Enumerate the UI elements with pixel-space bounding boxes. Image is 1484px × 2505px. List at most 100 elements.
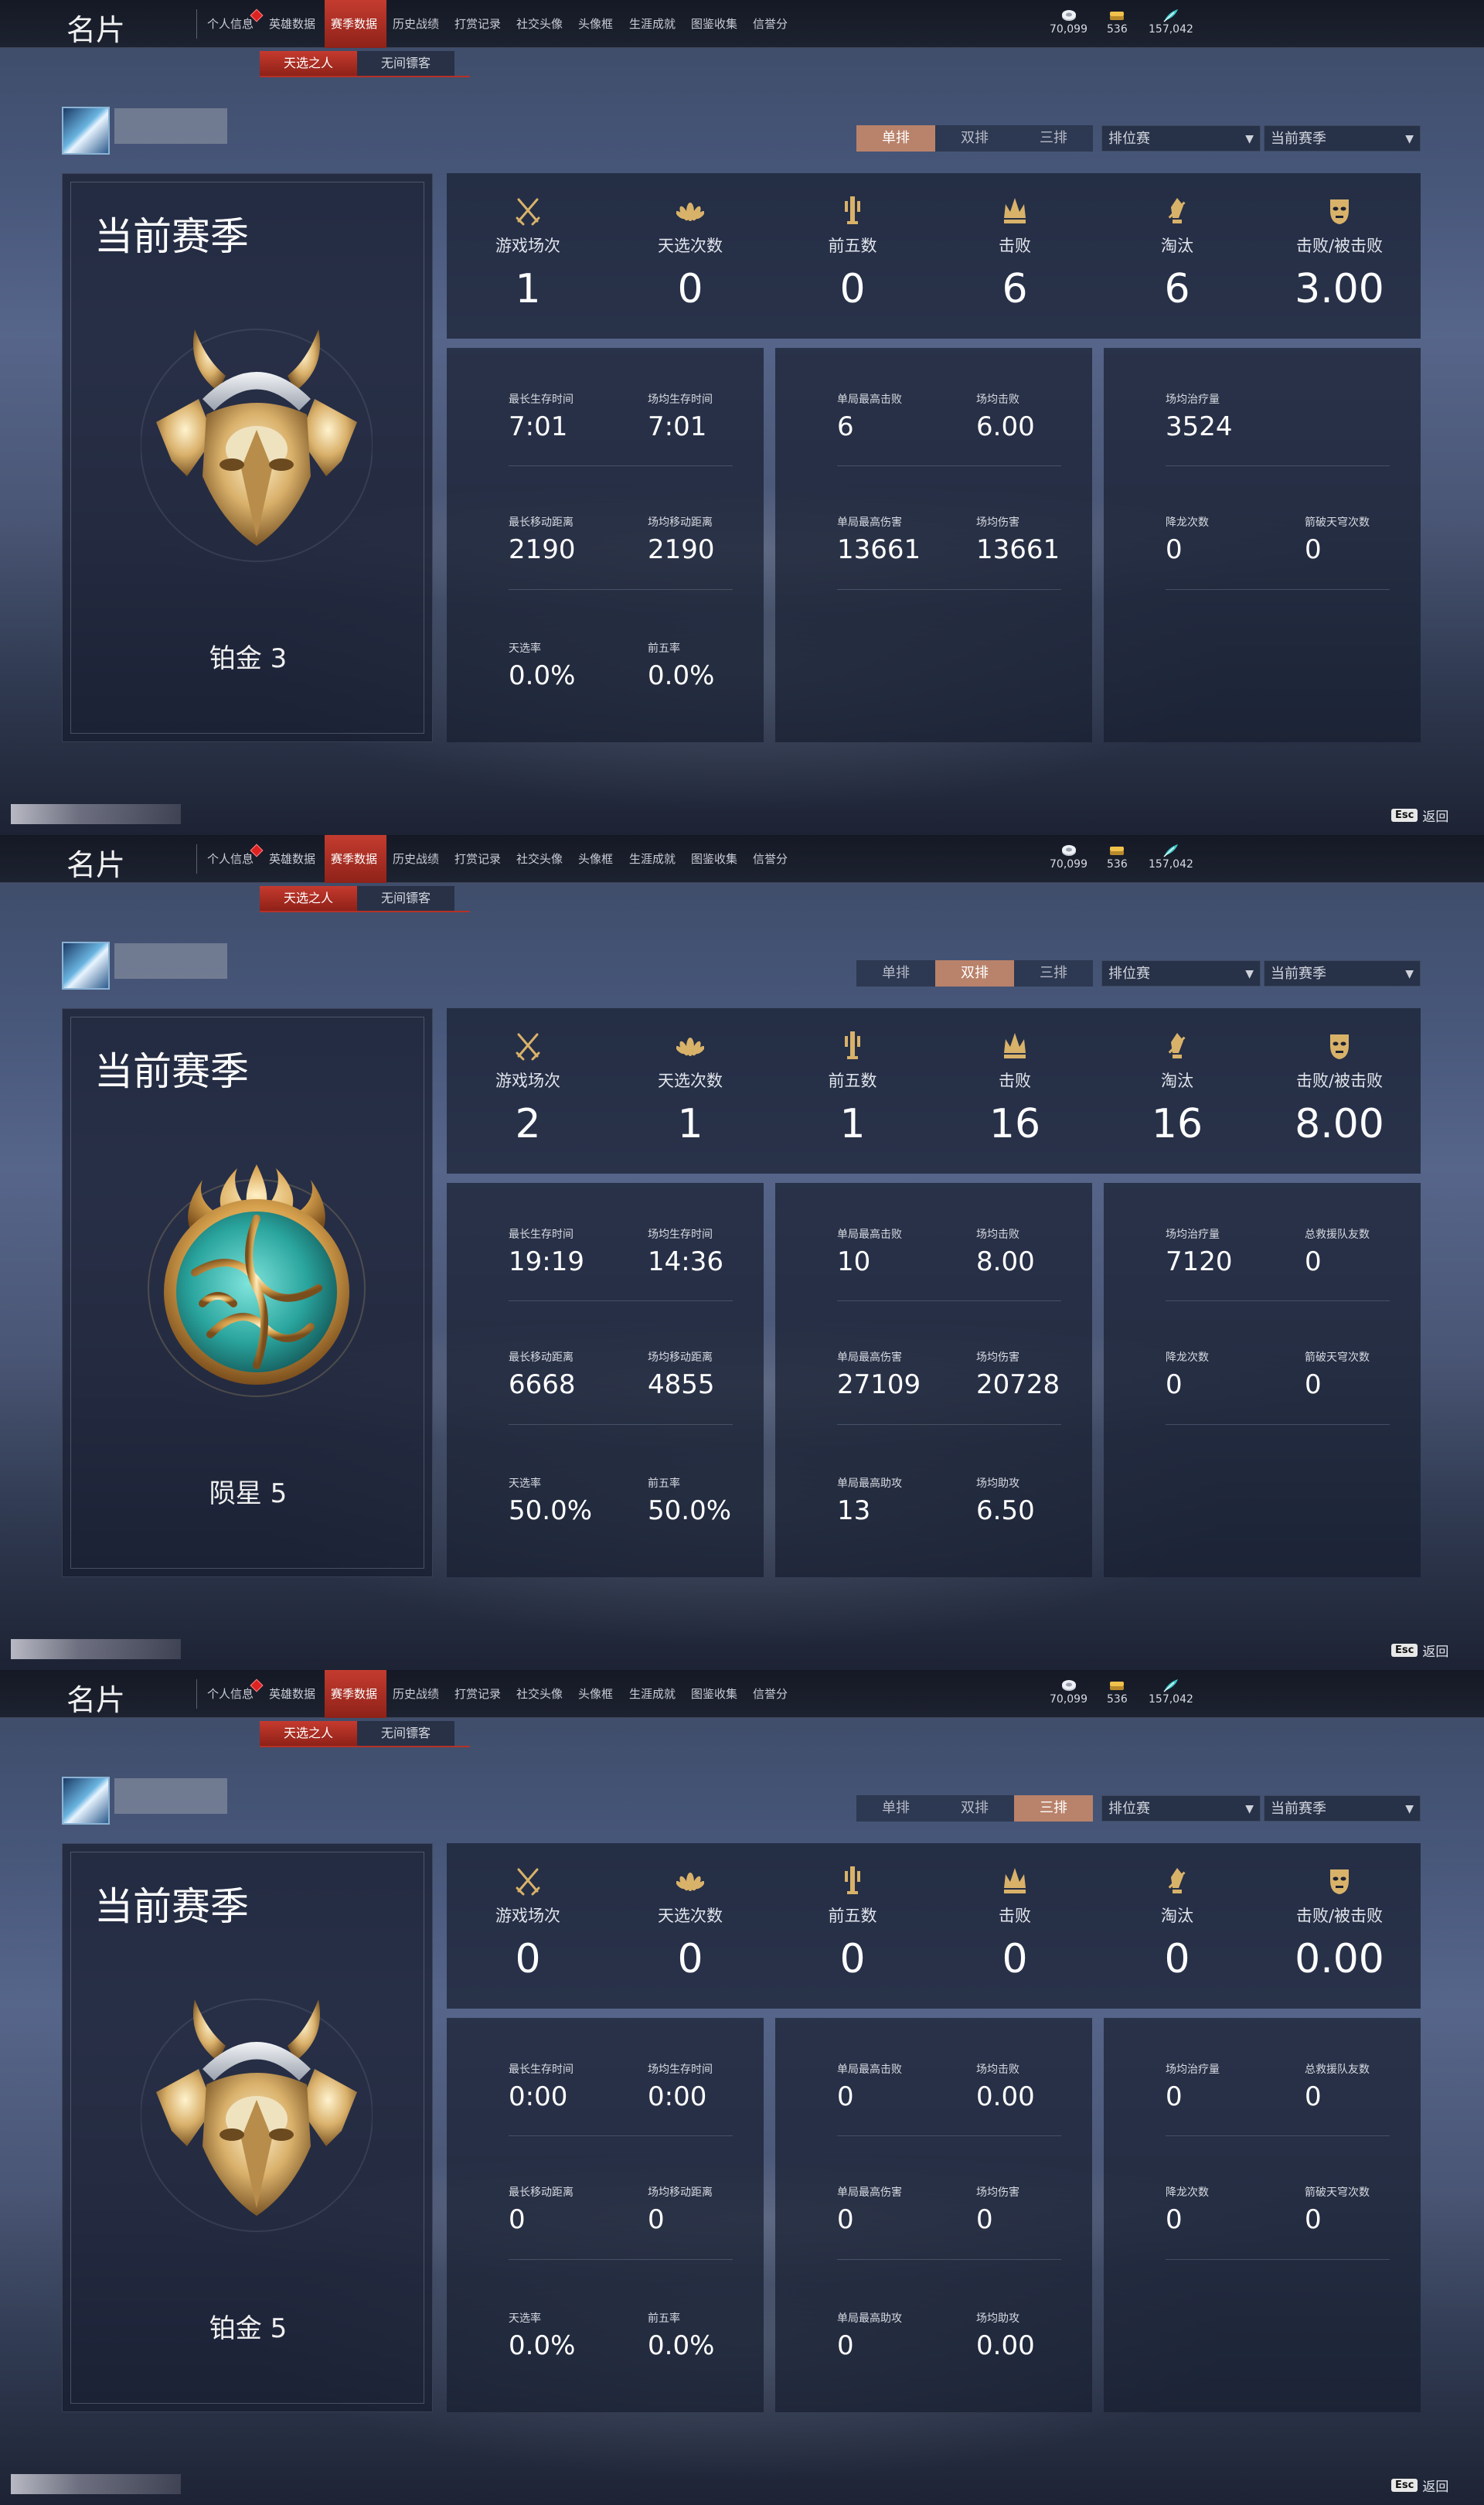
rank-name: 铂金 3 [209, 643, 288, 674]
nav-tab[interactable]: 信誉分 [747, 1670, 798, 1718]
nav-tab[interactable]: 生涯成就 [623, 1670, 685, 1718]
mode-button[interactable]: 三排 [1014, 1795, 1093, 1822]
mode-button[interactable]: 单排 [856, 125, 935, 152]
title-divider [196, 9, 197, 39]
nav-tab[interactable]: 历史战绩 [386, 0, 448, 48]
match-type-value: 排位赛 [1108, 966, 1150, 982]
metric: 前五率 50.0% [648, 1475, 787, 1526]
row-divider [1166, 1300, 1390, 1301]
metric-label: 单局最高助攻 [837, 2312, 902, 2325]
metric-value: 6 [837, 411, 854, 442]
currency-value: 157,042 [1149, 1693, 1193, 1706]
avatar[interactable] [62, 1777, 110, 1825]
nav-tab[interactable]: 社交头像 [510, 1670, 572, 1718]
mode-button[interactable]: 三排 [1014, 125, 1093, 152]
nav-tab[interactable]: 信誉分 [747, 0, 798, 48]
summary-stats: 游戏场次 2 天选次数 1 前五数 1 击败 16 淘汰 16 击败/被击败 8.00 [447, 1008, 1421, 1174]
back-button[interactable]: Esc 返回 [1391, 2476, 1448, 2495]
player-name-blurred [114, 943, 227, 979]
nav-tab[interactable]: 打赏记录 [448, 0, 510, 48]
crossed-swords-icon [514, 1030, 542, 1061]
summary-stat-label: 淘汰 [1161, 1072, 1193, 1090]
nav-tab-label: 图鉴收集 [691, 852, 738, 866]
season-select[interactable]: 当前赛季 ▼ [1264, 125, 1421, 152]
nav-tab[interactable]: 历史战绩 [386, 835, 448, 883]
nav-tab-label: 打赏记录 [454, 1687, 502, 1701]
nav-tab[interactable]: 英雄数据 [263, 1670, 325, 1718]
mode-button[interactable]: 单排 [856, 1795, 935, 1822]
mode-button[interactable]: 双排 [935, 960, 1014, 987]
nav-tab[interactable]: 打赏记录 [448, 1670, 510, 1718]
sub-tab[interactable]: 天选之人 [260, 886, 357, 911]
summary-stat-label: 击败 [999, 1072, 1031, 1090]
nav-tab[interactable]: 生涯成就 [623, 835, 685, 883]
metric-value: 6.50 [976, 1495, 1035, 1526]
metric-value: 0 [509, 2204, 526, 2235]
sub-tab[interactable]: 无间镖客 [357, 886, 454, 911]
metric-value: 0 [1305, 1369, 1322, 1400]
metric-label: 单局最高击败 [837, 394, 902, 406]
metric-label: 场均助攻 [976, 2312, 1019, 2325]
detail-stats-block: 最长生存时间 0:00 场均生存时间 0:00 最长移动距离 0 场均移动距离 0 天选率 0.0… [447, 2018, 764, 2412]
nav-tab[interactable]: 信誉分 [747, 835, 798, 883]
nav-tab[interactable]: 个人信息 [201, 835, 264, 883]
nav-tab[interactable]: 社交头像 [510, 835, 572, 883]
nav-tab[interactable]: 社交头像 [510, 0, 572, 48]
nav-tab[interactable]: 图鉴收集 [685, 0, 747, 48]
mode-button[interactable]: 双排 [935, 1795, 1014, 1822]
metric-label: 天选率 [509, 1477, 541, 1490]
summary-stat-value: 0 [677, 1936, 703, 1982]
back-button[interactable]: Esc 返回 [1391, 1641, 1448, 1660]
sub-tab[interactable]: 无间镖客 [357, 51, 454, 76]
row-divider [837, 1300, 1061, 1301]
nav-tab[interactable]: 头像框 [572, 0, 623, 48]
row-divider [1166, 589, 1390, 590]
sub-tab[interactable]: 无间镖客 [357, 1721, 454, 1746]
nav-tab[interactable]: 个人信息 [201, 1670, 264, 1718]
metric-label: 天选率 [509, 642, 541, 655]
nav-tab[interactable]: 头像框 [572, 835, 623, 883]
nav-tab[interactable]: 赛季数据 [325, 835, 386, 883]
sub-tab[interactable]: 天选之人 [260, 51, 357, 76]
back-button[interactable]: Esc 返回 [1391, 806, 1448, 825]
mode-button[interactable]: 双排 [935, 125, 1014, 152]
nav-tab[interactable]: 个人信息 [201, 0, 264, 48]
metric-value: 0 [1166, 1369, 1183, 1400]
nav-tab-label: 赛季数据 [331, 17, 378, 31]
currency-display: 70,099 [1050, 1678, 1087, 1706]
metric-value: 13661 [976, 534, 1060, 565]
season-select[interactable]: 当前赛季 ▼ [1264, 960, 1421, 987]
chevron-down-icon: ▼ [1405, 968, 1414, 980]
season-select[interactable]: 当前赛季 ▼ [1264, 1795, 1421, 1822]
match-type-select[interactable]: 排位赛 ▼ [1101, 960, 1261, 987]
nav-tab-label: 信誉分 [753, 1687, 788, 1701]
nav-tab-label: 生涯成就 [629, 852, 676, 866]
summary-stat: 击败/被击败 8.00 [1258, 1008, 1421, 1174]
nav-tab[interactable]: 英雄数据 [263, 835, 325, 883]
summary-stat-label: 击败/被击败 [1295, 1072, 1384, 1090]
top-five-icon [839, 1865, 866, 1896]
avatar[interactable] [62, 107, 110, 155]
nav-tab[interactable]: 头像框 [572, 1670, 623, 1718]
nav-tab[interactable]: 赛季数据 [325, 1670, 386, 1718]
sub-tab[interactable]: 天选之人 [260, 1721, 357, 1746]
avatar[interactable] [62, 942, 110, 990]
season-card: 当前赛季 铂金 3 [62, 173, 433, 742]
summary-stat: 游戏场次 0 [447, 1843, 609, 2009]
nav-tab[interactable]: 历史战绩 [386, 1670, 448, 1718]
eliminate-icon [1163, 1865, 1191, 1896]
nav-tab[interactable]: 图鉴收集 [685, 1670, 747, 1718]
nav-tab[interactable]: 赛季数据 [325, 0, 386, 48]
nav-tab[interactable]: 打赏记录 [448, 835, 510, 883]
nav-tab[interactable]: 图鉴收集 [685, 835, 747, 883]
nav-tab[interactable]: 英雄数据 [263, 0, 325, 48]
match-type-select[interactable]: 排位赛 ▼ [1101, 1795, 1261, 1822]
season-card-frame: 当前赛季 陨星 5 [70, 1017, 424, 1569]
mode-button[interactable]: 单排 [856, 960, 935, 987]
mode-button[interactable]: 三排 [1014, 960, 1093, 987]
nav-tab-label: 社交头像 [516, 17, 563, 31]
nav-tab[interactable]: 生涯成就 [623, 0, 685, 48]
detail-stats-block: 单局最高击败 6 场均击败 6.00 单局最高伤害 13661 场均伤害 13661 [775, 348, 1092, 742]
match-type-select[interactable]: 排位赛 ▼ [1101, 125, 1261, 152]
detail-stats-block: 最长生存时间 7:01 场均生存时间 7:01 最长移动距离 2190 场均移动距离 2190… [447, 348, 764, 742]
